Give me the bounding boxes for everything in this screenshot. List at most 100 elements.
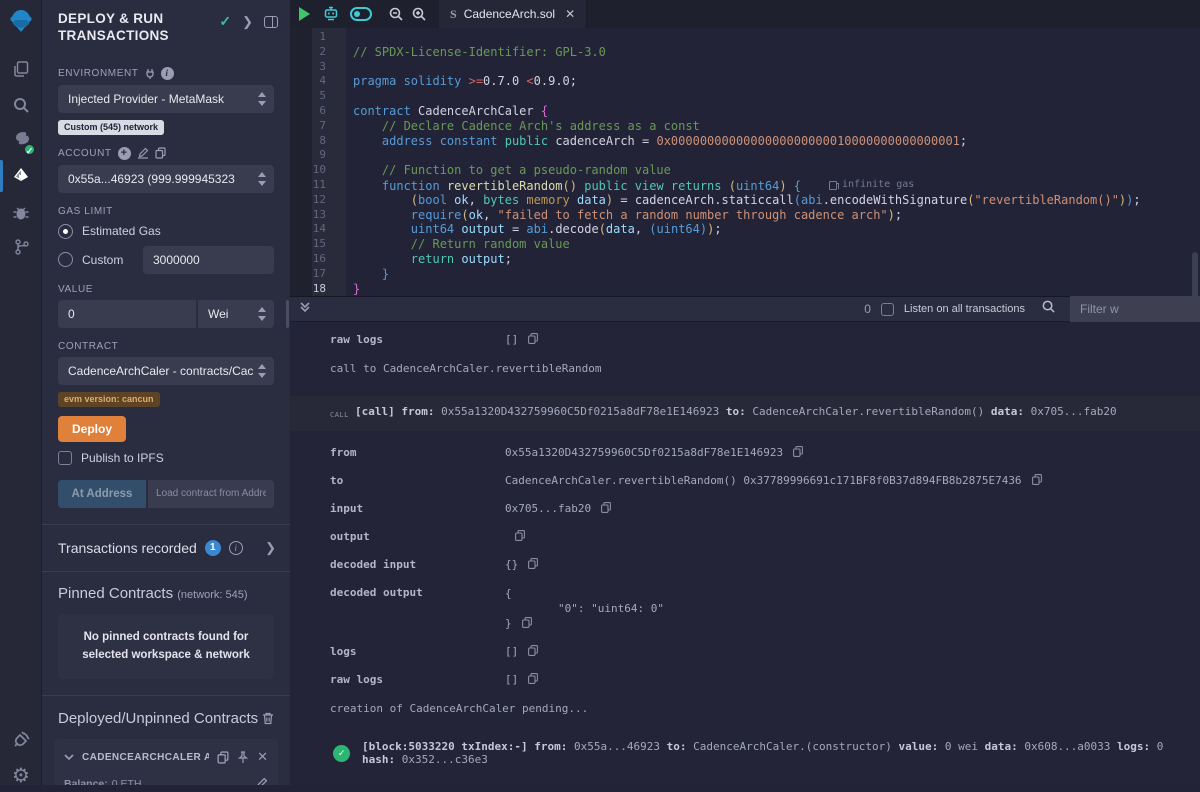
- code-line-9[interactable]: 9: [290, 148, 1200, 163]
- code-line-16[interactable]: 16 return output;: [290, 252, 1200, 267]
- code-line-18[interactable]: 18}: [290, 282, 1200, 296]
- git-branch-icon[interactable]: [0, 230, 42, 264]
- terminal-header: 0 Listen on all transactions: [290, 296, 1200, 322]
- main-area: S CadenceArch.sol ✕ 12// SPDX-License-Id…: [290, 0, 1200, 785]
- remix-ai-icon[interactable]: [322, 5, 340, 23]
- pinned-network-label: (network: 545): [177, 589, 247, 601]
- at-address-input[interactable]: [148, 480, 274, 508]
- value-unit-select[interactable]: Wei: [198, 300, 274, 328]
- run-script-icon[interactable]: [299, 7, 310, 21]
- code-line-14[interactable]: 14 uint64 output = abi.decode(data, (uin…: [290, 222, 1200, 237]
- zoom-out-icon[interactable]: [388, 6, 404, 22]
- gas-pump-icon: [829, 181, 837, 190]
- terminal-filter-input[interactable]: [1070, 296, 1200, 322]
- estimated-gas-option[interactable]: Estimated Gas: [58, 224, 274, 239]
- line-number: 13: [290, 208, 336, 223]
- line-number: 4: [290, 74, 336, 89]
- terminal-output[interactable]: raw logs[]call to CadenceArchCaler.rever…: [290, 322, 1200, 785]
- terminal-kv-row: logs[]: [290, 638, 1200, 666]
- gas-estimate-annotation: infinite gas: [829, 178, 914, 193]
- code-line-1[interactable]: 1: [290, 30, 1200, 45]
- file-explorer-icon[interactable]: [0, 52, 42, 86]
- ai-copilot-toggle[interactable]: [350, 7, 372, 21]
- editor-scrollbar[interactable]: [1192, 252, 1198, 296]
- code-line-8[interactable]: 8 address constant public cadenceArch = …: [290, 134, 1200, 149]
- code-editor[interactable]: 12// SPDX-License-Identifier: GPL-3.034p…: [290, 28, 1200, 296]
- environment-select[interactable]: Injected Provider - MetaMask: [58, 85, 274, 113]
- code-line-10[interactable]: 10 // Function to get a pseudo-random va…: [290, 163, 1200, 178]
- copy-icon[interactable]: [522, 617, 532, 628]
- line-number: 15: [290, 237, 336, 252]
- environment-info-icon[interactable]: i: [161, 67, 174, 80]
- code-line-3[interactable]: 3: [290, 60, 1200, 75]
- code-line-6[interactable]: 6contract CadenceArchCaler {: [290, 104, 1200, 119]
- pin-contract-icon[interactable]: [237, 751, 249, 764]
- code-line-7[interactable]: 7 // Declare Cadence Arch's address as a…: [290, 119, 1200, 134]
- line-number: 3: [290, 60, 336, 75]
- copy-icon[interactable]: [1032, 474, 1042, 485]
- clear-deployed-trash-icon[interactable]: [262, 712, 274, 725]
- custom-gas-input[interactable]: [143, 246, 274, 274]
- terminal-kv-row: raw logs[]: [290, 666, 1200, 694]
- terminal-search-icon[interactable]: [1041, 299, 1056, 319]
- transactions-expand-chevron[interactable]: ❯: [265, 540, 276, 556]
- copy-account-icon[interactable]: [155, 147, 166, 159]
- settings-gear-icon[interactable]: ⚙: [0, 758, 42, 792]
- line-number: 8: [290, 134, 336, 149]
- line-number: 10: [290, 163, 336, 178]
- copy-icon[interactable]: [528, 645, 538, 656]
- sidepanel-scrollbar[interactable]: [286, 300, 289, 328]
- search-icon[interactable]: [0, 88, 42, 122]
- transactions-info-icon[interactable]: i: [229, 541, 243, 555]
- custom-gas-radio[interactable]: [58, 252, 73, 267]
- expand-chevron-icon[interactable]: ❯: [242, 14, 253, 30]
- code-line-11[interactable]: 11 function revertibleRandom() public vi…: [290, 178, 1200, 193]
- code-line-15[interactable]: 15 // Return random value: [290, 237, 1200, 252]
- network-badge: Custom (545) network: [58, 120, 164, 135]
- publish-ipfs-option[interactable]: Publish to IPFS: [58, 451, 274, 465]
- terminal-tx-status-row[interactable]: ✓[block:5033220 txIndex:-] from: 0x55a..…: [290, 740, 1200, 766]
- collapse-terminal-icon[interactable]: [299, 300, 311, 318]
- plugin-manager-icon[interactable]: [0, 722, 42, 756]
- code-line-4[interactable]: 4pragma solidity >=0.7.0 <0.9.0;: [290, 74, 1200, 89]
- code-line-5[interactable]: 5: [290, 89, 1200, 104]
- at-address-button[interactable]: At Address: [58, 480, 146, 508]
- copy-icon[interactable]: [515, 530, 525, 541]
- sign-message-icon[interactable]: [137, 147, 149, 159]
- value-input[interactable]: [58, 300, 196, 328]
- terminal-call-summary[interactable]: CALL[call] from: 0x55a1320D432759960C5Df…: [290, 396, 1200, 431]
- add-account-icon[interactable]: +: [118, 147, 131, 160]
- fork-environment-icon[interactable]: [145, 68, 155, 79]
- code-line-17[interactable]: 17 }: [290, 267, 1200, 282]
- tab-cadencearch-sol[interactable]: S CadenceArch.sol ✕: [439, 0, 587, 28]
- code-line-2[interactable]: 2// SPDX-License-Identifier: GPL-3.0: [290, 45, 1200, 60]
- copy-address-icon[interactable]: [217, 751, 229, 764]
- debugger-icon[interactable]: [0, 196, 42, 230]
- transactions-recorded-row[interactable]: Transactions recorded 1 i ❯: [42, 525, 290, 571]
- solidity-compiler-icon[interactable]: ✓: [0, 124, 42, 158]
- edit-balance-icon[interactable]: [255, 777, 268, 785]
- copy-icon[interactable]: [528, 673, 538, 684]
- contract-select[interactable]: CadenceArchCaler - contracts/Cac: [58, 357, 274, 385]
- remove-contract-icon[interactable]: ✕: [257, 749, 268, 765]
- remix-logo[interactable]: [0, 4, 42, 38]
- publish-ipfs-checkbox[interactable]: [58, 451, 72, 465]
- copy-icon[interactable]: [601, 502, 611, 513]
- pin-panel-icon[interactable]: [264, 16, 278, 28]
- copy-icon[interactable]: [528, 333, 538, 344]
- collapse-chevron-icon[interactable]: [64, 754, 74, 761]
- zoom-in-icon[interactable]: [411, 6, 427, 22]
- copy-icon[interactable]: [793, 446, 803, 457]
- deploy-run-icon[interactable]: [0, 160, 42, 194]
- close-tab-icon[interactable]: ✕: [565, 7, 575, 21]
- code-line-13[interactable]: 13 require(ok, "failed to fetch a random…: [290, 208, 1200, 223]
- contract-label: CONTRACT: [58, 341, 118, 352]
- call-tag: CALL: [330, 405, 355, 422]
- code-line-12[interactable]: 12 (bool ok, bytes memory data) = cadenc…: [290, 193, 1200, 208]
- account-select[interactable]: 0x55a...46923 (999.999945323: [58, 165, 274, 193]
- vertical-icon-bar: ✓ ⚙: [0, 0, 42, 785]
- estimated-gas-radio[interactable]: [58, 224, 73, 239]
- listen-all-checkbox[interactable]: [881, 303, 894, 316]
- deploy-button[interactable]: Deploy: [58, 416, 126, 442]
- copy-icon[interactable]: [528, 558, 538, 569]
